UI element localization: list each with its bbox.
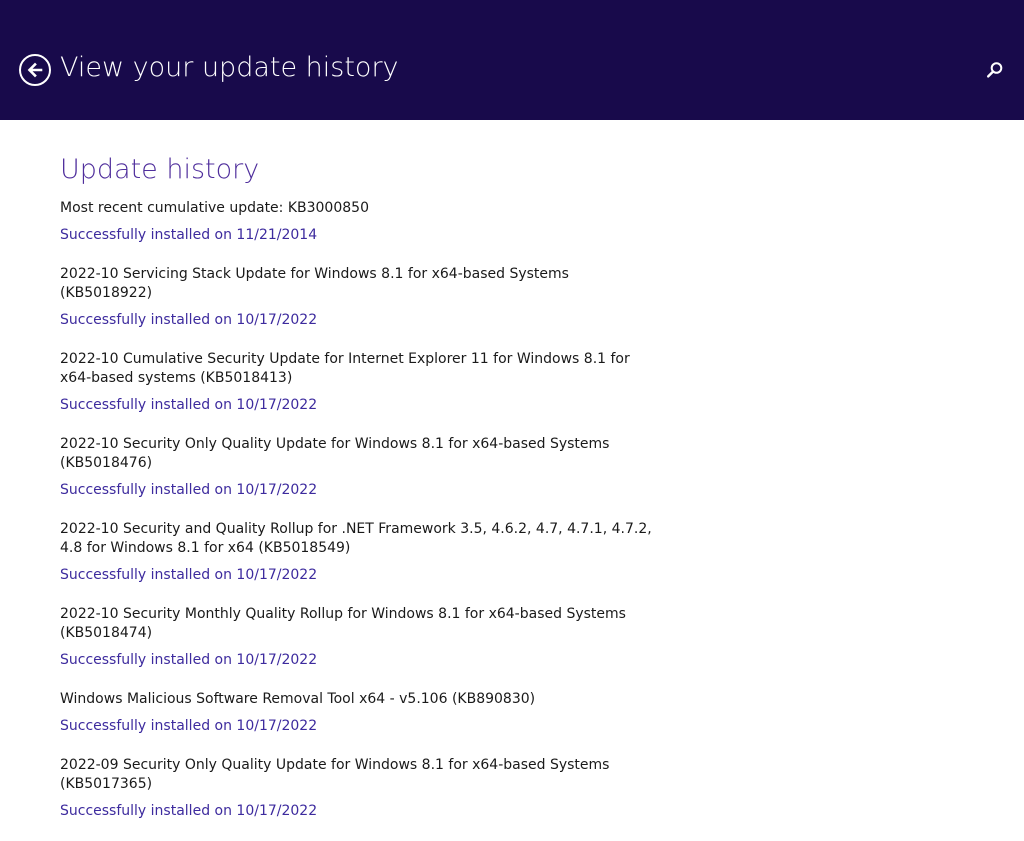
update-status-link[interactable]: Successfully installed on 10/17/2022 xyxy=(60,311,317,330)
update-name: 2022-09 Security Only Quality Update for… xyxy=(60,757,610,792)
update-status-link[interactable]: Successfully installed on 11/21/2014 xyxy=(60,226,317,245)
update-history-content: Update history Most recent cumulative up… xyxy=(60,152,660,841)
update-status-link[interactable]: Successfully installed on 10/17/2022 xyxy=(60,651,317,670)
update-status-link[interactable]: Successfully installed on 10/17/2022 xyxy=(60,802,317,821)
update-entry: 2022-10 Security Monthly Quality Rollup … xyxy=(60,605,660,670)
back-button[interactable] xyxy=(19,54,51,86)
update-name: 2022-10 Security Monthly Quality Rollup … xyxy=(60,606,626,641)
page-title: View your update history xyxy=(60,52,399,83)
header-bar: View your update history xyxy=(0,0,1024,120)
update-status-link[interactable]: Successfully installed on 10/17/2022 xyxy=(60,396,317,415)
update-entry: 2022-10 Cumulative Security Update for I… xyxy=(60,350,660,415)
search-button[interactable] xyxy=(986,61,1004,79)
search-icon xyxy=(987,62,1003,78)
update-status-link[interactable]: Successfully installed on 10/17/2022 xyxy=(60,481,317,500)
update-entry: 2022-10 Security and Quality Rollup for … xyxy=(60,520,660,585)
update-status-link[interactable]: Successfully installed on 10/17/2022 xyxy=(60,566,317,585)
update-name: 2022-10 Cumulative Security Update for I… xyxy=(60,351,630,386)
update-entry: 2022-10 Security Only Quality Update for… xyxy=(60,435,660,500)
update-status-link[interactable]: Successfully installed on 10/17/2022 xyxy=(60,717,317,736)
update-name: 2022-10 Servicing Stack Update for Windo… xyxy=(60,266,569,301)
update-name: 2022-10 Security and Quality Rollup for … xyxy=(60,521,652,556)
back-arrow-icon xyxy=(27,62,43,78)
update-name: Most recent cumulative update: KB3000850 xyxy=(60,200,369,216)
update-entry: Windows Malicious Software Removal Tool … xyxy=(60,690,660,736)
section-title: Update history xyxy=(60,154,260,185)
update-name: Windows Malicious Software Removal Tool … xyxy=(60,691,536,707)
update-entry: Most recent cumulative update: KB3000850… xyxy=(60,199,660,245)
update-entry: 2022-10 Servicing Stack Update for Windo… xyxy=(60,265,660,330)
update-entry: 2022-09 Security Only Quality Update for… xyxy=(60,756,660,821)
update-name: 2022-10 Security Only Quality Update for… xyxy=(60,436,610,471)
